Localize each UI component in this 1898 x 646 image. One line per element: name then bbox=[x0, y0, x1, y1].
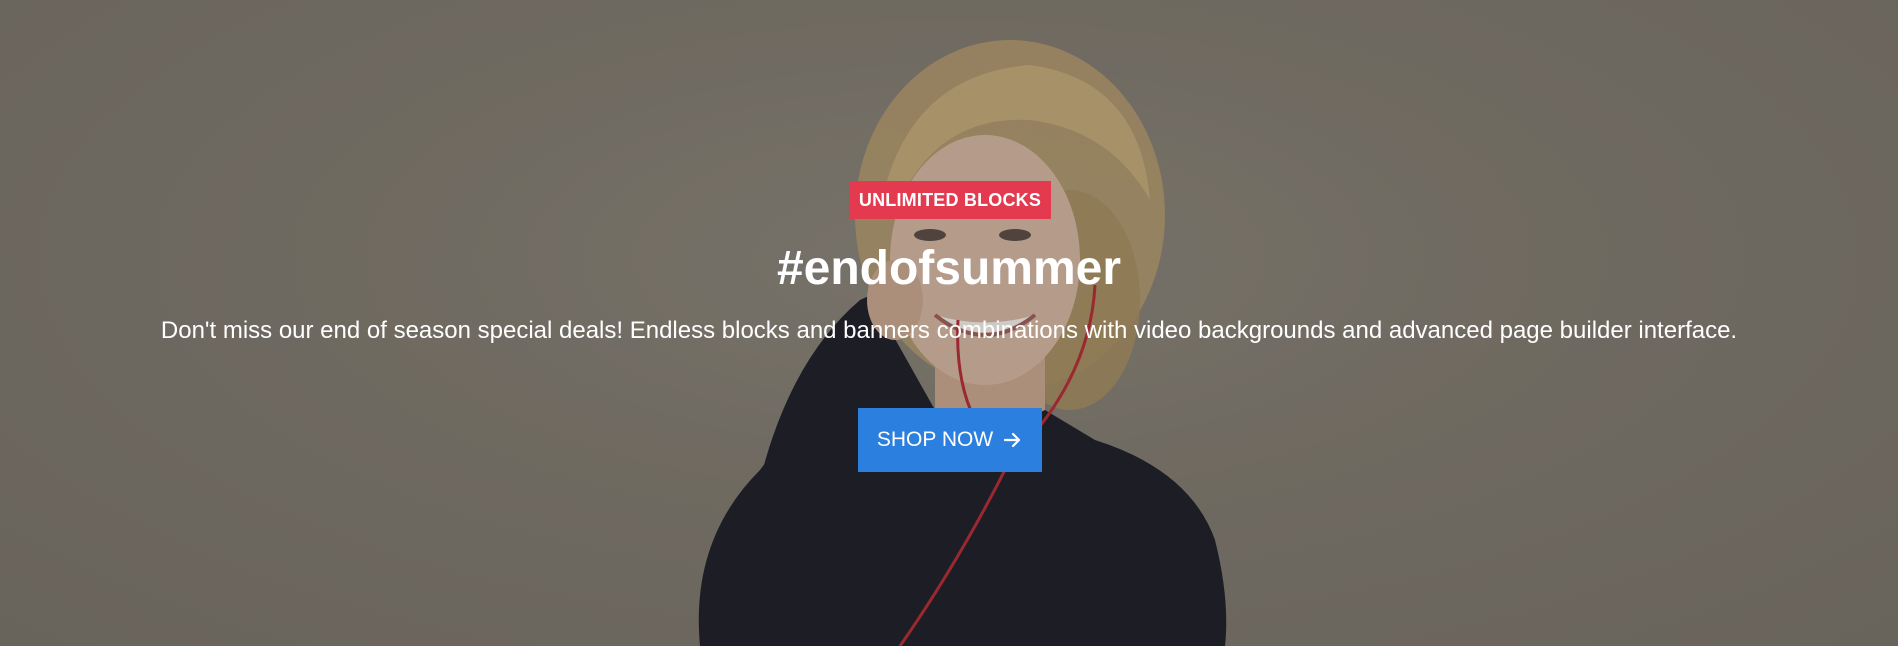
shop-now-button[interactable]: SHOP NOW bbox=[858, 408, 1042, 472]
hero-subtitle: Don't miss our end of season special dea… bbox=[160, 317, 1738, 344]
hero-title: #endofsummer bbox=[776, 242, 1122, 295]
shop-now-label: SHOP NOW bbox=[876, 428, 994, 451]
hero-content: UNLIMITED BLOCKS #endofsummer Don't miss… bbox=[0, 0, 1898, 646]
arrow-right-icon bbox=[1004, 432, 1021, 448]
hero-banner: UNLIMITED BLOCKS #endofsummer Don't miss… bbox=[0, 0, 1898, 646]
promo-badge: UNLIMITED BLOCKS bbox=[849, 181, 1051, 219]
